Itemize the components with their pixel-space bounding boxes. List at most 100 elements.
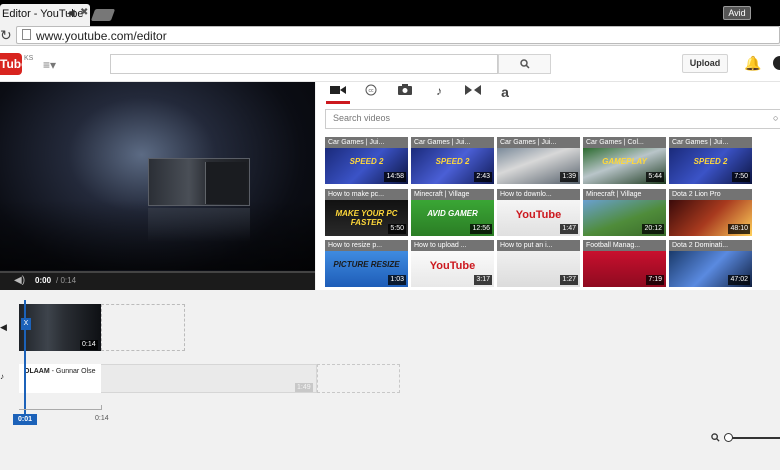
youtube-logo[interactable]: Tube [0, 53, 22, 75]
volume-icon[interactable]: ◀) [14, 275, 25, 286]
tab-text-icon[interactable]: a [493, 84, 517, 100]
audio-duration: 1:49 [295, 383, 313, 392]
reload-icon[interactable]: ↻ [0, 27, 12, 44]
page-icon [22, 29, 31, 40]
current-time: 0:00 [35, 276, 52, 285]
search-videos-input[interactable]: Search videos [325, 109, 780, 129]
thumbnail-title: How to make pc... [325, 189, 408, 200]
thumbnail-duration: 7:50 [732, 172, 750, 182]
playhead-handle[interactable]: X [21, 318, 31, 330]
browser-tab-strip [0, 0, 780, 26]
timeline-end-time: 0:14 [95, 415, 109, 422]
video-thumbnail[interactable]: MAKE YOUR PC FASTER How to make pc... 5:50 [325, 189, 408, 236]
thumbnail-title: Dota 2 Dominati... [669, 240, 752, 251]
thumbnail-title: How to downlo... [497, 189, 580, 200]
audio-track-label: OLAAM - Gunnar Olse [24, 368, 96, 375]
close-tab-icon[interactable]: ✖ [80, 7, 88, 18]
clip-drop-zone[interactable] [101, 304, 185, 351]
search-icon [519, 59, 530, 69]
tab-music-icon[interactable]: ♪ [427, 84, 451, 98]
tab-transitions-icon[interactable] [461, 84, 485, 98]
video-thumbnail[interactable]: Car Games | Jui... 1:39 [497, 137, 580, 184]
thumbnail-art-text: SPEED 2 [349, 157, 384, 166]
thumbnail-duration: 5:44 [646, 172, 664, 182]
speaker-icon: ◀ [67, 8, 75, 19]
total-time: / 0:14 [56, 276, 77, 285]
upload-button[interactable]: Upload [682, 54, 728, 73]
search-icon[interactable]: ○ [773, 113, 778, 123]
video-thumbnail[interactable]: SPEED 2 Car Games | Jui... 2:43 [411, 137, 494, 184]
clip-duration: 0:14 [80, 340, 98, 350]
thumbnail-art-text: SPEED 2 [693, 157, 728, 166]
search-button[interactable] [498, 54, 551, 74]
thumbnail-art-text: AVID GAMER [427, 209, 478, 218]
ruler-tick [101, 405, 102, 410]
thumbnail-title: Car Games | Jui... [411, 137, 494, 148]
video-thumbnail[interactable]: SPEED 2 Car Games | Jui... 7:50 [669, 137, 752, 184]
tab-photo-icon[interactable] [393, 84, 417, 98]
thumbnail-title: How to upload ... [411, 240, 494, 251]
active-tab-indicator [326, 101, 350, 104]
region-label: KS [24, 55, 34, 62]
thumbnail-duration: 20:12 [642, 224, 664, 234]
thumbnail-art-text: GAMEPLAY [602, 157, 647, 166]
thumbnail-duration: 5:50 [388, 224, 406, 234]
audio-drop-zone[interactable] [317, 364, 400, 393]
tab-cc-icon[interactable]: cc [359, 84, 383, 98]
thumbnail-title: How to resize p... [325, 240, 408, 251]
notifications-bell-icon[interactable]: 🔔 [744, 55, 761, 72]
svg-text:cc: cc [369, 88, 375, 94]
thumbnail-title: Car Games | Jui... [497, 137, 580, 148]
video-thumbnail[interactable]: Dota 2 Lion Pro 48:10 [669, 189, 752, 236]
thumbnail-art-text: SPEED 2 [435, 157, 470, 166]
video-camera-icon [330, 86, 346, 94]
video-thumbnail[interactable]: PICTURE RESIZE How to resize p... 1:03 [325, 240, 408, 287]
guide-menu-icon[interactable]: ≡▾ [43, 58, 56, 72]
thumbnail-title: Dota 2 Lion Pro [669, 189, 752, 200]
search-input[interactable] [110, 54, 498, 74]
zoom-slider-knob[interactable] [724, 433, 733, 442]
tab-video-camera-icon[interactable] [326, 84, 350, 98]
thumbnail-title: Football Manag... [583, 240, 666, 251]
video-thumbnail[interactable]: YouTube How to upload ... 3:17 [411, 240, 494, 287]
thumbnail-duration: 3:17 [474, 275, 492, 285]
thumbnail-title: Minecraft | Village [583, 189, 666, 200]
url-text: www.youtube.com/editor [36, 29, 167, 43]
thumbnail-duration: 48:10 [728, 224, 750, 234]
thumbnail-duration: 2:43 [474, 172, 492, 182]
thumbnail-duration: 14:58 [384, 172, 406, 182]
thumbnail-duration: 1:03 [388, 275, 406, 285]
time-ruler [19, 409, 101, 410]
thumbnail-art-text: YouTube [515, 209, 562, 221]
thumbnail-title: Car Games | Col... [583, 137, 666, 148]
video-thumbnail[interactable]: SPEED 2 Car Games | Jui... 14:58 [325, 137, 408, 184]
audio-artist: - Gunnar Olse [49, 368, 96, 375]
video-thumbnail[interactable]: Dota 2 Dominati... 47:02 [669, 240, 752, 287]
video-thumbnail[interactable]: AVID GAMER Minecraft | Village 12:56 [411, 189, 494, 236]
audio-track-icon: ♪ [0, 372, 4, 381]
preview-3d-box-face [205, 162, 247, 204]
avatar[interactable] [773, 56, 780, 70]
video-thumbnail[interactable]: Football Manag... 7:19 [583, 240, 666, 287]
cc-icon: cc [365, 84, 377, 96]
track-collapse-icon[interactable]: ◀ [0, 322, 7, 333]
thumbnail-title: Car Games | Jui... [669, 137, 752, 148]
video-thumbnail[interactable]: YouTube How to downlo... 1:47 [497, 189, 580, 236]
video-thumbnail[interactable]: Minecraft | Village 20:12 [583, 189, 666, 236]
thumbnail-art-text: YouTube [429, 260, 476, 272]
camera-icon [398, 84, 412, 95]
browser-profile-badge[interactable]: Avid [723, 6, 751, 20]
thumbnail-duration: 1:27 [560, 275, 578, 285]
thumbnail-duration: 1:47 [560, 224, 578, 234]
video-thumbnail[interactable]: GAMEPLAY Car Games | Col... 5:44 [583, 137, 666, 184]
thumbnail-title: Car Games | Jui... [325, 137, 408, 148]
audio-title: OLAAM [24, 368, 50, 375]
browser-tab[interactable]: Editor - YouTube [0, 4, 90, 26]
zoom-slider-track[interactable] [729, 437, 780, 439]
video-thumbnail[interactable]: How to put an i... 1:27 [497, 240, 580, 287]
thumbnail-duration: 47:02 [728, 275, 750, 285]
thumbnail-duration: 1:39 [560, 172, 578, 182]
thumbnail-art-text: PICTURE RESIZE [333, 260, 400, 269]
thumbnail-title: How to put an i... [497, 240, 580, 251]
bowtie-icon [465, 85, 481, 95]
